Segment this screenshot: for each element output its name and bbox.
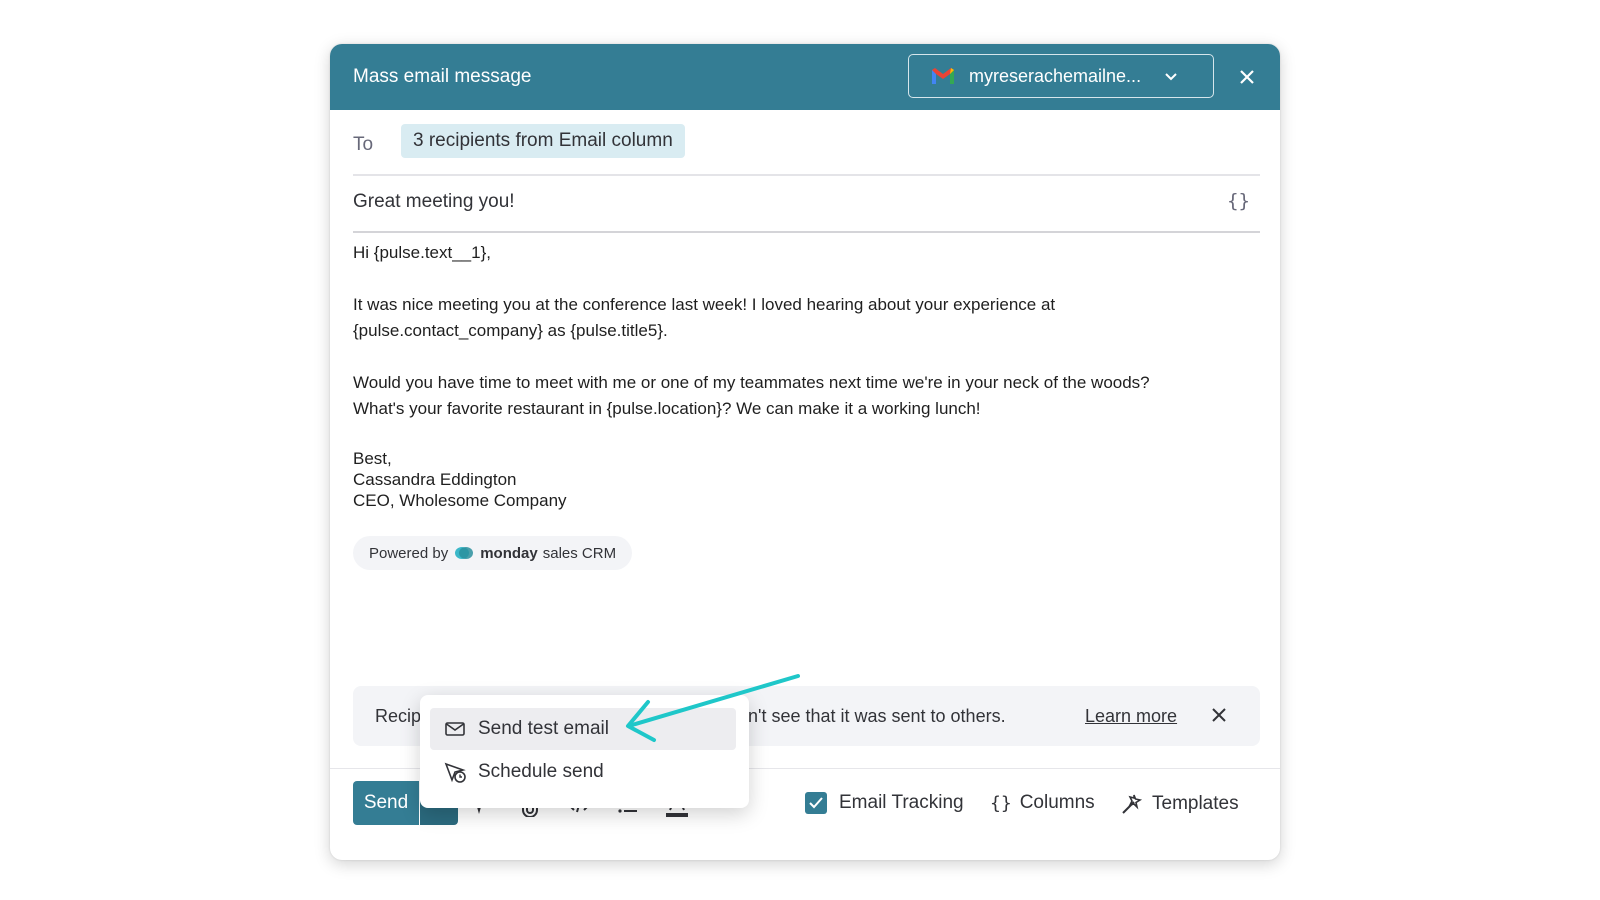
menu-item-label: Schedule send [478, 761, 604, 782]
menu-item-schedule-send[interactable]: Schedule send [430, 751, 736, 793]
gmail-icon [932, 68, 954, 84]
powered-by-badge: Powered by monday sales CRM [353, 536, 633, 570]
p2-line-1: Would you have time to meet with me or o… [353, 373, 1150, 392]
to-label: To [353, 134, 374, 155]
monday-logo-icon [455, 547, 474, 559]
signature-name: Cassandra Eddington [353, 470, 517, 489]
signature-title: CEO, Wholesome Company [353, 491, 567, 510]
magic-wand-icon [1122, 794, 1143, 814]
schedule-send-icon [444, 761, 466, 783]
p1-line-1: It was nice meeting you at the conferenc… [353, 295, 1056, 314]
learn-more-link[interactable]: Learn more [1085, 706, 1177, 727]
dialog-title: Mass email message [353, 66, 532, 87]
email-tracking-toggle[interactable]: Email Tracking [805, 792, 964, 814]
dialog-header: Mass email message myreserachemailne... [330, 44, 1280, 110]
templates-label: Templates [1152, 793, 1239, 814]
banner-close-icon[interactable] [1210, 706, 1228, 724]
paragraph-1: It was nice meeting you at the conferenc… [353, 292, 1253, 344]
chevron-down-icon [1165, 73, 1177, 81]
powered-brand: monday [480, 544, 538, 562]
p2-line-2: What's your favorite restaurant in {puls… [353, 399, 981, 418]
to-row: To 3 recipients from Email column [353, 120, 1260, 176]
braces-icon: {} [990, 792, 1012, 814]
p1-line-2: {pulse.contact_company} as {pulse.title5… [353, 321, 668, 340]
annotation-arrow-icon [626, 674, 800, 742]
menu-item-label: Send test email [478, 718, 609, 739]
account-selector[interactable]: myreserachemailne... [908, 54, 1214, 98]
mail-icon [444, 718, 466, 740]
checkmark-icon [809, 797, 823, 809]
powered-suffix: sales CRM [542, 544, 617, 562]
columns-button[interactable]: {} Columns [990, 792, 1095, 814]
account-email: myreserachemailne... [969, 65, 1142, 86]
paragraph-2: Would you have time to meet with me or o… [353, 370, 1253, 422]
recipients-chip[interactable]: 3 recipients from Email column [401, 124, 685, 158]
powered-prefix: Powered by [369, 544, 449, 562]
columns-label: Columns [1019, 792, 1095, 813]
signature: Best, Cassandra Eddington CEO, Wholesome… [353, 448, 1253, 511]
email-tracking-checkbox[interactable] [805, 792, 827, 814]
templates-button[interactable]: Templates [1120, 792, 1239, 816]
sign-off: Best, [353, 449, 392, 468]
email-tracking-label: Email Tracking [839, 792, 964, 813]
close-icon[interactable] [1236, 66, 1258, 88]
greeting: Hi {pulse.text__1}, [353, 243, 491, 262]
banner-text-start: Recip [375, 706, 422, 726]
subject-field[interactable]: Great meeting you! [353, 191, 515, 213]
insert-column-icon[interactable]: {} [1227, 190, 1250, 212]
subject-row[interactable]: Great meeting you! {} [353, 176, 1260, 233]
email-body[interactable]: Hi {pulse.text__1}, It was nice meeting … [353, 240, 1253, 511]
send-button[interactable]: Send [353, 781, 419, 825]
